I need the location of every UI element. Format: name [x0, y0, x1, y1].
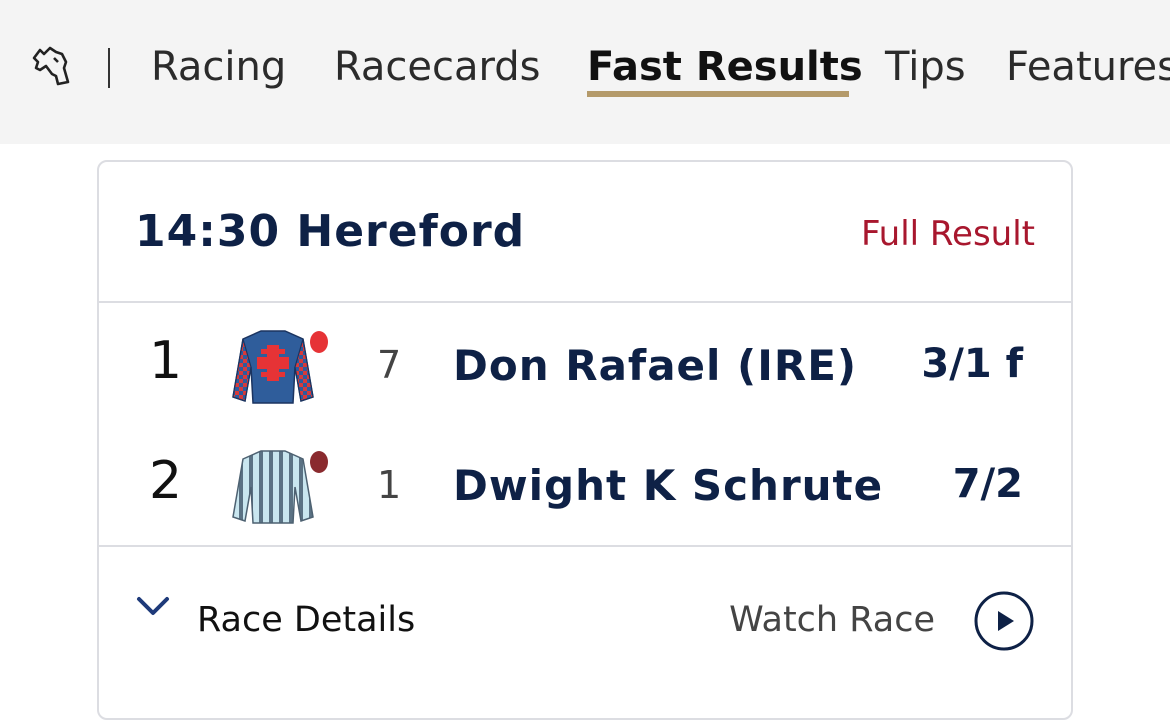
nav-item-features[interactable]: Features	[1006, 44, 1170, 90]
race-title: 14:30 Hereford	[135, 206, 526, 257]
finish-position: 1	[149, 331, 183, 391]
active-tab-underline	[587, 91, 849, 97]
horse-name[interactable]: Dwight K Schrute	[453, 461, 883, 510]
full-result-link[interactable]: Full Result	[861, 214, 1035, 254]
top-navigation: Racing Racecards Fast Results Tips Featu…	[0, 0, 1170, 144]
runner-row[interactable]: 1 7 Don Rafael (IRE) 3/1 f	[99, 305, 1071, 425]
silk-blue-red-cross-icon	[232, 330, 328, 404]
nav-item-tips[interactable]: Tips	[885, 44, 966, 90]
starting-price: 3/1 f	[921, 341, 1023, 387]
horse-head-icon[interactable]	[28, 44, 72, 88]
result-card: 14:30 Hereford Full Result 1 7 Don Rafae…	[97, 160, 1073, 720]
silk-light-blue-stripes-icon	[232, 450, 328, 524]
runner-row[interactable]: 2 1 Dwight K Schrute 7/2	[99, 425, 1071, 545]
starting-price: 7/2	[952, 461, 1023, 507]
nav-divider	[108, 48, 110, 88]
saddlecloth-number: 7	[377, 343, 402, 387]
race-details-label[interactable]: Race Details	[197, 600, 415, 640]
nav-item-racing[interactable]: Racing	[151, 44, 286, 90]
chevron-down-icon	[137, 597, 169, 615]
nav-item-racecards[interactable]: Racecards	[334, 44, 541, 90]
play-icon[interactable]	[973, 590, 1035, 652]
nav-item-fast-results[interactable]: Fast Results	[587, 44, 863, 90]
card-header: 14:30 Hereford Full Result	[99, 162, 1071, 303]
watch-race-label[interactable]: Watch Race	[729, 600, 935, 640]
finish-position: 2	[149, 451, 183, 511]
horse-name[interactable]: Don Rafael (IRE)	[453, 341, 857, 390]
saddlecloth-number: 1	[377, 463, 402, 507]
